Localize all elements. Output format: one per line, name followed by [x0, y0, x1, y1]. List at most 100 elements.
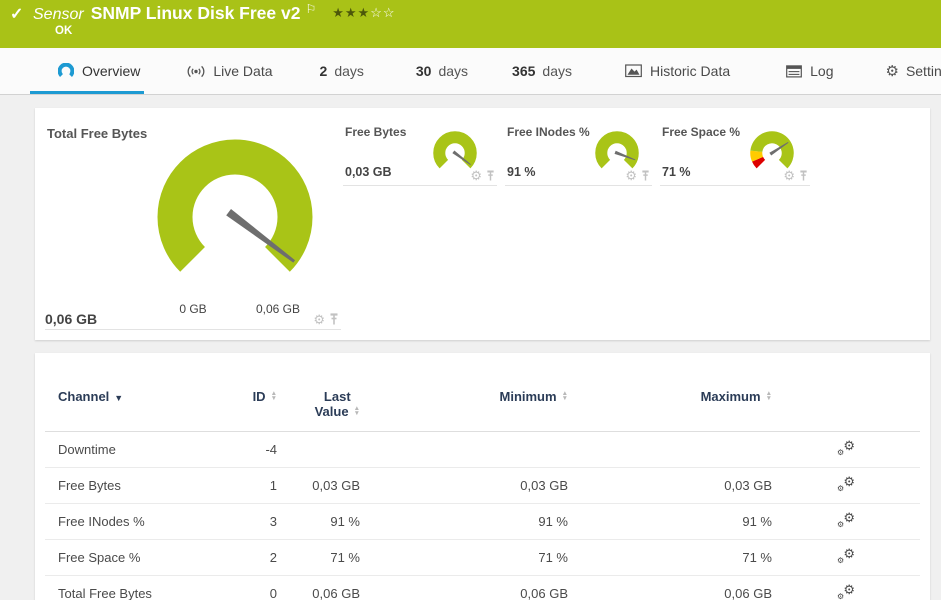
- tab-30-days-number: 30: [415, 63, 432, 79]
- stars-filled[interactable]: ★★★: [332, 5, 370, 20]
- cell-id: 2: [205, 539, 281, 576]
- tab-log-label: Log: [810, 63, 834, 79]
- gauge-settings-gear-icon[interactable]: ⚙: [783, 169, 795, 182]
- gauge-settings-gear-icon[interactable]: ⚙: [470, 169, 482, 182]
- cell-channel: Free Space %: [45, 539, 205, 576]
- cell-maximum: 0,03 GB: [572, 467, 776, 504]
- tab-2-days[interactable]: 2 days: [320, 48, 364, 94]
- sort-arrows-icon: ▲ ▼: [270, 390, 277, 402]
- tab-historic-data[interactable]: Historic Data: [625, 48, 730, 94]
- tab-historic-data-label: Historic Data: [649, 63, 731, 79]
- cell-maximum: [572, 431, 776, 468]
- cell-maximum: 71 %: [572, 539, 776, 576]
- table-row: Downtime -4 ⚙ ⚙: [45, 431, 920, 468]
- tab-2-days-number: 2: [319, 63, 328, 79]
- cell-last-value: 0,06 GB: [281, 575, 364, 600]
- edit-channel-gears-icon[interactable]: ⚙ ⚙: [837, 474, 855, 493]
- cell-channel: Free Bytes: [45, 467, 205, 504]
- cell-last-value: 91 %: [281, 503, 364, 540]
- gauge-title: Total Free Bytes: [47, 126, 148, 141]
- sensor-header: ✓ Sensor SNMP Linux Disk Free v2 ⚐ ★★★☆☆…: [0, 0, 941, 48]
- gauge-pin-icon[interactable]: [799, 170, 808, 182]
- channels-table: Channel ▼ ID ▲ ▼ Last Value ▲ ▼ Minimum ▲ ▼ Max…: [45, 353, 920, 600]
- stars-empty[interactable]: ☆☆: [370, 5, 395, 20]
- gauge-value: 0,06 GB: [45, 311, 98, 327]
- cell-id: 1: [205, 467, 281, 504]
- cell-minimum: 91 %: [364, 503, 572, 540]
- channels-card: Channel ▼ ID ▲ ▼ Last Value ▲ ▼ Minimum ▲ ▼ Max…: [35, 353, 930, 600]
- gauge-pin-icon[interactable]: [641, 170, 650, 182]
- live-signal-icon: [187, 65, 205, 78]
- cell-minimum: [364, 431, 572, 468]
- gauge-tile-total-free-bytes[interactable]: Total Free Bytes 0 GB 0,06 GB 0,06 GB ⚙: [45, 120, 341, 330]
- edit-channel-gears-icon[interactable]: ⚙ ⚙: [837, 438, 855, 457]
- chart-icon: [625, 64, 642, 78]
- priority-stars[interactable]: ★★★☆☆: [332, 5, 395, 21]
- cell-id: -4: [205, 431, 281, 468]
- cell-minimum: 0,03 GB: [364, 467, 572, 504]
- tab-365-days[interactable]: 365 days: [512, 48, 572, 94]
- edit-channel-gears-icon[interactable]: ⚙ ⚙: [837, 582, 855, 600]
- table-row: Free Bytes 1 0,03 GB 0,03 GB 0,03 GB ⚙ ⚙: [45, 467, 920, 504]
- cell-minimum: 71 %: [364, 539, 572, 576]
- sort-arrows-icon: ▲ ▼: [765, 390, 772, 402]
- gauge-value: 91 %: [507, 165, 536, 179]
- tab-30-days-unit: days: [438, 63, 469, 79]
- tab-overview[interactable]: Overview: [29, 48, 145, 94]
- table-row: Free Space % 2 71 % 71 % 71 % ⚙ ⚙: [45, 539, 920, 576]
- settings-gear-icon: ⚙: [885, 63, 899, 80]
- tab-settings[interactable]: ⚙ Settings: [885, 48, 941, 94]
- cell-channel: Downtime: [45, 431, 205, 468]
- cell-last-value: 0,03 GB: [281, 467, 364, 504]
- column-header-minimum[interactable]: Minimum ▲ ▼: [364, 353, 572, 432]
- gauges-card: Total Free Bytes 0 GB 0,06 GB 0,06 GB ⚙ …: [35, 108, 930, 340]
- edit-channel-gears-icon[interactable]: ⚙ ⚙: [837, 546, 855, 565]
- gauge-settings-gear-icon[interactable]: ⚙: [625, 169, 637, 182]
- tab-365-days-number: 365: [512, 63, 536, 79]
- gauge-tile-free-inodes[interactable]: Free INodes % 91 % ⚙: [505, 120, 652, 186]
- tab-365-days-unit: days: [542, 63, 572, 79]
- cell-channel: Total Free Bytes: [45, 575, 205, 600]
- tab-overview-label: Overview: [82, 63, 141, 79]
- cell-id: 3: [205, 503, 281, 540]
- gauge-settings-gear-icon[interactable]: ⚙: [313, 313, 325, 326]
- gauge-tile-free-bytes[interactable]: Free Bytes 0,03 GB ⚙: [343, 120, 497, 186]
- column-header-maximum[interactable]: Maximum ▲ ▼: [572, 353, 776, 432]
- cell-maximum: 0,06 GB: [572, 575, 776, 600]
- status-ok-check-icon: ✓: [10, 6, 24, 23]
- column-header-last-value[interactable]: Last Value ▲ ▼: [281, 353, 364, 432]
- gauge-tile-free-space[interactable]: Free Space % 71 % ⚙: [660, 120, 810, 186]
- cell-minimum: 0,06 GB: [364, 575, 572, 600]
- gauge-value: 0,03 GB: [345, 165, 392, 179]
- log-list-icon: [786, 64, 803, 78]
- gauge-pin-icon[interactable]: [329, 313, 339, 326]
- cell-last-value: [281, 431, 364, 468]
- tab-bar: Overview Live Data 2 days 30 days 365 da…: [0, 48, 941, 95]
- gauge-title: Free Space %: [662, 125, 741, 139]
- tab-2-days-unit: days: [334, 63, 364, 79]
- tab-log[interactable]: Log: [786, 48, 833, 94]
- cell-last-value: 71 %: [281, 539, 364, 576]
- gauge-title: Free Bytes: [345, 125, 407, 139]
- column-header-id[interactable]: ID ▲ ▼: [205, 353, 281, 432]
- tab-live-data[interactable]: Live Data: [187, 48, 273, 94]
- table-row: Free INodes % 3 91 % 91 % 91 % ⚙ ⚙: [45, 503, 920, 540]
- tab-settings-label: Settings: [905, 63, 941, 79]
- table-row: Total Free Bytes 0 0,06 GB 0,06 GB 0,06 …: [45, 575, 920, 600]
- gauge-scale-max: 0,06 GB: [255, 302, 301, 316]
- sensor-status-text: OK: [55, 25, 73, 37]
- sensor-title-block: Sensor SNMP Linux Disk Free v2 ⚐ ★★★☆☆ O…: [0, 0, 941, 37]
- cell-channel: Free INodes %: [45, 503, 205, 540]
- sort-arrows-icon: ▲ ▼: [353, 405, 360, 417]
- sort-arrows-icon: ▲ ▼: [561, 390, 568, 402]
- content-area: Total Free Bytes 0 GB 0,06 GB 0,06 GB ⚙ …: [0, 95, 941, 600]
- sort-caret-icon: ▼: [114, 393, 124, 403]
- column-header-channel[interactable]: Channel ▼: [45, 353, 205, 432]
- edit-channel-gears-icon[interactable]: ⚙ ⚙: [837, 510, 855, 529]
- gauge-warning-segment: [750, 150, 764, 162]
- gauge-title: Free INodes %: [507, 125, 590, 139]
- gauge-pin-icon[interactable]: [486, 170, 495, 182]
- tab-30-days[interactable]: 30 days: [416, 48, 468, 94]
- tab-live-data-label: Live Data: [213, 63, 273, 79]
- gauge-error-segment: [752, 156, 766, 169]
